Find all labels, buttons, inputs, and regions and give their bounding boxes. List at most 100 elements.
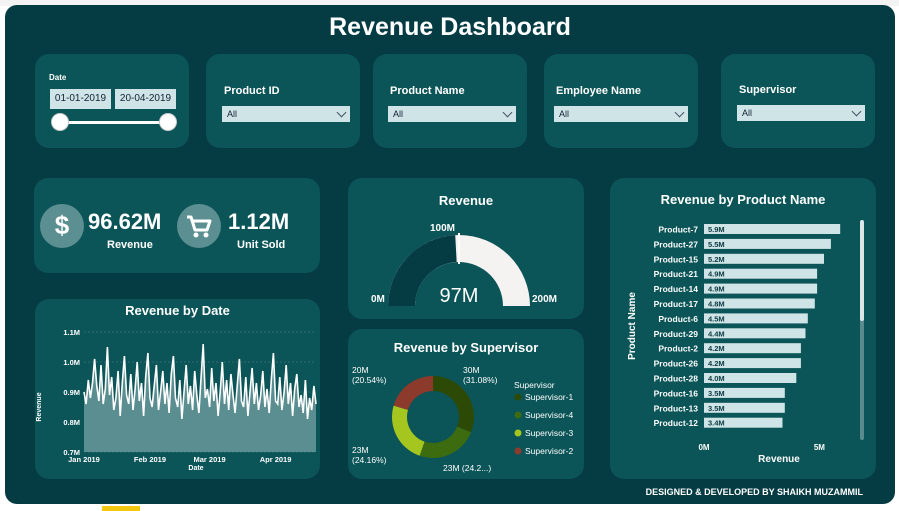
donut-slice-supervisor-3[interactable] — [392, 405, 425, 456]
supervisor-dropdown[interactable]: All — [737, 105, 865, 121]
revenue-by-product-card[interactable]: Revenue by Product Name Product Name Rev… — [610, 178, 876, 479]
bar-data-label: 3.5M — [708, 404, 725, 413]
date-label: Date — [49, 73, 67, 82]
category-label: Product-2 — [658, 344, 698, 354]
donut-data-label: 23M (24.2...) — [443, 463, 491, 473]
x-tick-label: Feb 2019 — [134, 455, 166, 464]
y-tick-label: 0.8M — [63, 418, 80, 427]
date-slider-end-handle[interactable] — [159, 113, 177, 131]
x-tick-label: Apr 2019 — [260, 455, 292, 464]
revenue-by-product-chart: Product Name Revenue Product-7 5.9M Produc… — [627, 220, 864, 465]
gauge-value-label: 97M — [440, 285, 479, 307]
employee-name-label: Employee Name — [556, 85, 641, 97]
x-tick-label: 0M — [698, 443, 709, 452]
dashboard-canvas: Revenue Dashboard Date 01-01-2019 20-04-… — [5, 5, 895, 504]
designer-credit: DESIGNED & DEVELOPED BY SHAIKH MUZAMMIL — [645, 487, 863, 497]
kpi-card: $ 96.62M Revenue 1.12M Unit Sold — [34, 178, 320, 273]
employee-name-dropdown[interactable]: All — [554, 106, 688, 122]
revenue-by-date-chart: Revenue Date 0.7M0.8M0.9M1.0M1.1MJan 201… — [36, 328, 317, 472]
category-label: Product-16 — [654, 388, 699, 398]
bar-data-label: 5.2M — [708, 255, 725, 264]
page-tab-indicator[interactable] — [102, 506, 140, 511]
bar-data-label: 4.0M — [708, 374, 725, 383]
unit-sold-kpi-value: 1.12M — [228, 209, 290, 234]
shopping-cart-icon — [177, 204, 221, 248]
chevron-down-icon — [336, 107, 347, 118]
bar-data-label: 3.4M — [708, 419, 725, 428]
revenue-gauge: 0M 200M 100M 97M — [371, 223, 557, 307]
bar-data-label: 4.4M — [708, 329, 725, 338]
y-tick-label: 0.9M — [63, 388, 80, 397]
category-label: Product-26 — [654, 359, 699, 369]
bar-data-label: 4.8M — [708, 300, 725, 309]
legend-marker — [514, 393, 522, 401]
donut-slice-supervisor-4[interactable] — [419, 426, 472, 458]
employee-name-slicer[interactable]: Employee Name All — [544, 54, 698, 148]
donut-pct-label: (31.08%) — [463, 375, 498, 385]
category-label: Product-15 — [654, 254, 699, 264]
bar-data-label: 5.5M — [708, 240, 725, 249]
supervisor-slicer[interactable]: Supervisor All — [721, 54, 875, 148]
page-title: Revenue Dashboard — [329, 13, 571, 41]
bar-data-label: 4.9M — [708, 270, 725, 279]
category-label: Product-14 — [654, 284, 699, 294]
category-label: Product-27 — [654, 239, 699, 249]
legend-title: Supervisor — [514, 380, 555, 390]
gauge-max-label: 200M — [532, 294, 557, 305]
revenue-gauge-card[interactable]: Revenue 0M 200M 100M 97M — [348, 178, 584, 319]
revenue-kpi-label: Revenue — [107, 239, 153, 251]
category-label: Product-28 — [654, 374, 699, 384]
donut-data-label: 20M — [352, 365, 369, 375]
legend-item[interactable]: Supervisor-1 — [525, 392, 573, 402]
product-name-label: Product Name — [390, 85, 465, 97]
bar-data-label: 4.2M — [708, 344, 725, 353]
gauge-min-label: 0M — [371, 294, 385, 305]
y-tick-label: 1.0M — [63, 358, 80, 367]
revenue-by-date-card[interactable]: Revenue by Date Revenue Date 0.7M 0.8M 0.9… — [35, 299, 320, 479]
y-tick-label: 1.1M — [63, 328, 80, 337]
gauge-target-label: 100M — [430, 223, 455, 234]
revenue-kpi-value: 96.62M — [88, 209, 162, 234]
bar-data-label: 5.9M — [708, 225, 725, 234]
chevron-down-icon — [851, 106, 862, 117]
date-start-input[interactable]: 01-01-2019 — [50, 89, 111, 109]
legend-marker — [514, 447, 522, 455]
date-chart-x-axis-title: Date — [188, 465, 203, 472]
category-label: Product-12 — [654, 418, 699, 428]
product-chart-x-axis-title: Revenue — [758, 454, 800, 465]
donut-pct-label: (20.54%) — [352, 375, 387, 385]
revenue-by-supervisor-card[interactable]: Revenue by Supervisor Supervisor 30M (31.… — [348, 329, 584, 479]
date-chart-y-axis-title: Revenue — [36, 392, 43, 421]
category-label: Product-17 — [654, 299, 699, 309]
unit-sold-kpi-label: Unit Sold — [237, 239, 286, 251]
bar-data-label: 4.9M — [708, 285, 725, 294]
legend-marker — [514, 411, 522, 419]
product-chart-y-axis-title: Product Name — [627, 292, 638, 360]
supervisor-donut-chart: Supervisor 30M(31.08%) Supervisor-1 23M (2… — [352, 365, 573, 473]
product-chart-scrollbar-thumb[interactable] — [860, 220, 864, 321]
x-tick-label: Mar 2019 — [194, 455, 226, 464]
product-id-label: Product ID — [224, 85, 280, 97]
product-id-slicer[interactable]: Product ID All — [206, 54, 360, 148]
product-name-slicer[interactable]: Product Name All — [373, 54, 527, 148]
donut-slice-supervisor-2[interactable] — [393, 376, 433, 410]
date-end-input[interactable]: 20-04-2019 — [115, 89, 176, 109]
category-label: Product-7 — [658, 225, 698, 235]
legend-item[interactable]: Supervisor-4 — [525, 410, 573, 420]
x-tick-label: 5M — [814, 443, 825, 452]
date-slider-start-handle[interactable] — [51, 113, 69, 131]
legend-marker — [514, 429, 522, 437]
chevron-down-icon — [502, 107, 513, 118]
category-label: Product-29 — [654, 329, 699, 339]
legend-item[interactable]: Supervisor-2 — [525, 446, 573, 456]
product-name-dropdown[interactable]: All — [388, 106, 516, 122]
date-slider-track[interactable] — [59, 121, 167, 124]
supervisor-label: Supervisor — [739, 84, 797, 96]
product-id-dropdown[interactable]: All — [222, 106, 350, 122]
bar-data-label: 4.2M — [708, 359, 725, 368]
legend-item[interactable]: Supervisor-3 — [525, 428, 573, 438]
donut-data-label: 23M — [352, 445, 369, 455]
category-label: Product-13 — [654, 403, 699, 413]
x-tick-label: Jan 2019 — [68, 455, 100, 464]
bar-data-label: 3.5M — [708, 389, 725, 398]
